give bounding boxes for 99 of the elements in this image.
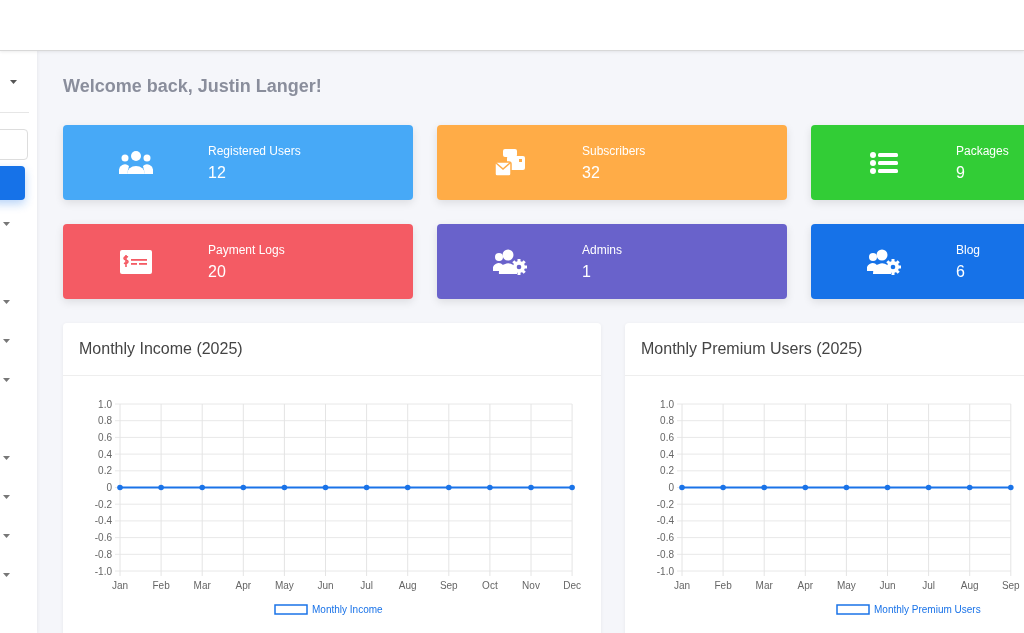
data-point — [158, 484, 164, 491]
axis-tick-label: 1.0 — [660, 398, 674, 410]
axis-tick-label: Jan — [111, 580, 129, 591]
axis-tick-label: Aug — [398, 580, 417, 591]
users-gear-icon — [492, 248, 527, 275]
axis-tick-label: -0.6 — [94, 532, 112, 544]
axis-tick-label: May — [836, 580, 856, 591]
axis-tick-label: Dec — [563, 580, 581, 591]
axis-tick-label: -1.0 — [656, 565, 674, 577]
axis-tick-label: Mar — [755, 580, 773, 591]
caret-icon[interactable] — [3, 533, 10, 538]
legend-swatch — [274, 604, 308, 615]
axis-tick-label: Feb — [152, 580, 170, 591]
axis-tick-label: Jun — [317, 580, 334, 591]
data-point — [322, 484, 329, 491]
axis-tick-label: Nov — [522, 580, 540, 591]
axis-tick-label: 0.4 — [98, 448, 112, 460]
data-point — [720, 484, 726, 491]
data-point — [569, 484, 575, 491]
axis-tick-label: 0.4 — [660, 448, 674, 460]
data-point — [528, 484, 534, 491]
axis-tick-label: Mar — [193, 580, 211, 591]
users-gear-icon — [866, 248, 901, 275]
axis-tick-label: 0 — [668, 482, 674, 493]
caret-icon[interactable] — [3, 377, 10, 382]
stat-value: 20 — [208, 262, 227, 281]
axis-tick-label: -0.6 — [656, 532, 674, 544]
caret-icon[interactable] — [3, 221, 10, 226]
axis-tick-label: 1.0 — [98, 398, 112, 410]
stat-label: Blog — [956, 242, 981, 257]
envelopes-icon — [494, 148, 525, 177]
axis-tick-label: 0.2 — [98, 465, 112, 477]
stat-value: 1 — [582, 262, 592, 281]
data-point — [487, 484, 493, 491]
data-point — [802, 484, 809, 491]
legend-label: Monthly Income — [312, 604, 383, 615]
caret-icon[interactable] — [3, 338, 10, 343]
data-point — [117, 484, 123, 491]
legend-swatch — [836, 604, 870, 615]
caret-icon[interactable] — [3, 455, 10, 460]
stat-value: 12 — [208, 163, 227, 182]
data-point — [446, 484, 452, 491]
stat-value: 9 — [956, 163, 966, 182]
stat-label: Subscribers — [582, 143, 646, 158]
users-icon — [118, 149, 153, 176]
axis-tick-label: -0.8 — [656, 548, 674, 560]
axis-tick-label: Apr — [797, 580, 814, 591]
stat-value: 32 — [582, 163, 601, 182]
axis-tick-label: Jan — [673, 580, 691, 591]
chart-title: Monthly Income (2025) — [79, 340, 243, 358]
axis-tick-label: Jul — [922, 580, 935, 591]
stat-label: Packages — [956, 143, 1009, 158]
axis-tick-label: -0.4 — [94, 515, 112, 527]
data-point — [240, 484, 247, 491]
bill-icon — [119, 249, 152, 274]
legend-label: Monthly Premium Users — [874, 604, 981, 615]
axis-tick-label: Jun — [879, 580, 896, 591]
axis-tick-label: 0 — [106, 482, 112, 493]
axis-tick-label: May — [274, 580, 294, 591]
welcome-heading: Welcome back, Justin Langer! — [63, 76, 323, 97]
axis-tick-label: Sep — [439, 580, 458, 591]
axis-tick-label: 0.8 — [660, 415, 674, 427]
input-field[interactable] — [0, 129, 28, 160]
axis-tick-label: Jul — [360, 580, 373, 591]
stat-value: 6 — [956, 262, 966, 281]
axis-tick-label: -1.0 — [94, 565, 112, 577]
data-point — [966, 484, 973, 491]
axis-tick-label: -0.4 — [656, 515, 674, 527]
axis-tick-label: -0.8 — [94, 548, 112, 560]
data-point — [761, 484, 767, 491]
axis-tick-label: -0.2 — [94, 498, 112, 510]
data-point — [1008, 484, 1014, 491]
data-point — [884, 484, 891, 491]
data-point — [843, 484, 850, 491]
data-point — [679, 484, 685, 491]
axis-tick-label: Feb — [714, 580, 732, 591]
axis-tick-label: 0.2 — [660, 465, 674, 477]
list-icon — [869, 151, 898, 174]
axis-tick-label: Apr — [235, 580, 252, 591]
stat-label: Admins — [582, 242, 622, 257]
data-point — [925, 484, 932, 491]
data-point — [281, 484, 288, 491]
stat-label: Registered Users — [208, 143, 301, 158]
caret-icon[interactable] — [3, 572, 10, 577]
axis-tick-label: Oct — [482, 580, 498, 591]
axis-tick-label: 0.6 — [98, 431, 112, 443]
axis-tick-label: -0.2 — [656, 498, 674, 510]
caret-icon[interactable] — [3, 494, 10, 499]
data-point — [199, 484, 205, 491]
caret-icon[interactable] — [10, 79, 17, 84]
stat-label: Payment Logs — [208, 242, 285, 257]
caret-icon[interactable] — [3, 299, 10, 304]
axis-tick-label: Sep — [1001, 580, 1020, 591]
axis-tick-label: 0.8 — [98, 415, 112, 427]
data-point — [363, 484, 370, 491]
axis-tick-label: Aug — [960, 580, 979, 591]
data-point — [404, 484, 411, 491]
axis-tick-label: 0.6 — [660, 431, 674, 443]
chart-title: Monthly Premium Users (2025) — [641, 340, 863, 358]
